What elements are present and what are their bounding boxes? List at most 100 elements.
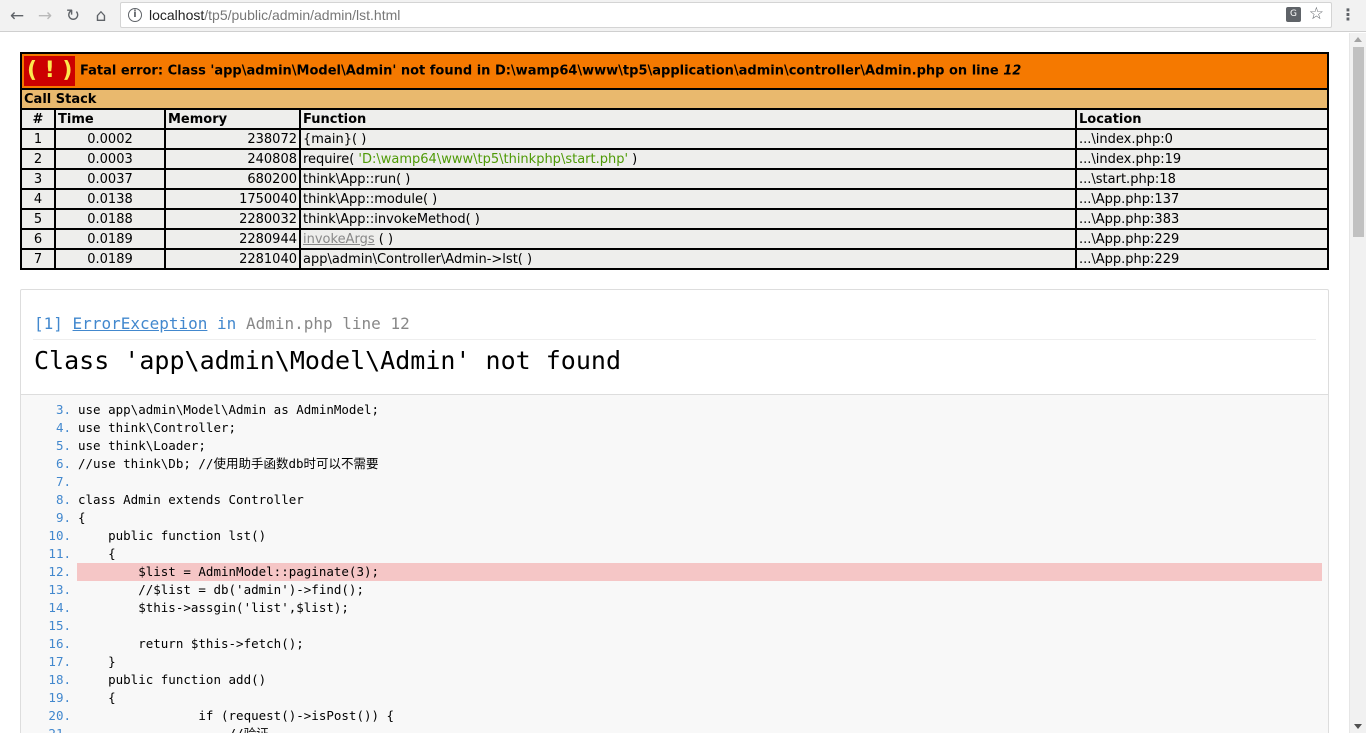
error-alert-icon: ( ! ) [24,56,76,86]
frame-function: require( 'D:\wamp64\www\tp5\thinkphp\sta… [299,148,1077,170]
line-number: 11. [48,546,71,561]
reload-icon[interactable]: ↻ [61,4,85,28]
call-stack-row: 1 0.0002 238072 {main}( ) ...\index.php:… [20,128,1329,150]
code-text: { [78,510,86,525]
code-text: class Admin extends Controller [78,492,304,507]
frame-memory: 2280032 [164,208,301,230]
col-header-location: Location [1075,108,1329,130]
frame-location: ...\index.php:19 [1075,148,1329,170]
vertical-scrollbar[interactable] [1349,33,1366,733]
line-number: 13. [48,582,71,597]
scroll-down-arrow-icon[interactable] [1354,724,1362,729]
bookmark-star-icon[interactable]: ☆ [1309,4,1324,24]
exception-message: Class 'app\admin\Model\Admin' not found [34,346,621,375]
call-stack-title: Call Stack [20,88,1329,110]
call-stack-row: 5 0.0188 2280032 think\App::invokeMethod… [20,208,1329,230]
code-text: public function add() [78,672,267,687]
scrollbar-thumb[interactable] [1353,47,1364,237]
frame-memory: 240808 [164,148,301,170]
function-doc-link[interactable]: invokeArgs [303,232,375,247]
fatal-error-message: Fatal error: Class 'app\admin\Model\Admi… [80,63,1022,79]
source-code-block: 3. use app\admin\Model\Admin as AdminMode… [21,394,1328,733]
col-header-num: # [20,108,56,130]
exception-index: [1] [34,314,63,333]
line-number: 21. [33,725,71,733]
code-text: if (request()->isPost()) { [78,708,395,723]
call-stack-row: 2 0.0003 240808 require( 'D:\wamp64\www\… [20,148,1329,170]
code-line: 14. $this->assgin('list',$list); [21,599,1328,617]
line-number: 3. [55,402,71,417]
frame-memory: 2280944 [164,228,301,250]
frame-time: 0.0189 [54,228,166,250]
xdebug-error-table: ( ! ) Fatal error: Class 'app\admin\Mode… [20,52,1329,270]
code-text: $this->assgin('list',$list); [78,600,349,615]
col-header-function: Function [299,108,1077,130]
exception-in-word: in [217,314,237,333]
call-stack-row: 6 0.0189 2280944 invokeArgs ( ) ...\App.… [20,228,1329,250]
frame-num: 7 [20,248,56,270]
code-text: } [78,654,116,669]
exception-file: Admin.php line 12 [245,314,410,333]
line-number: 17. [48,654,71,669]
frame-function: {main}( ) [299,128,1077,150]
line-number: 16. [48,636,71,651]
code-text: $list = AdminModel::paginate(3); [77,563,1322,581]
code-line: 4. use think\Controller; [21,419,1328,437]
browser-toolbar: ← → ↻ ⌂ i localhost/tp5/public/admin/adm… [0,0,1366,32]
call-stack-row: 7 0.0189 2281040 app\admin\Controller\Ad… [20,248,1329,270]
code-text: use app\admin\Model\Admin as AdminModel; [78,402,380,417]
frame-memory: 1750040 [164,188,301,210]
frame-location: ...\App.php:137 [1075,188,1329,210]
code-line: 19. { [21,689,1328,707]
line-number: 8. [55,492,71,507]
line-number: 4. [55,420,71,435]
frame-memory: 2281040 [164,248,301,270]
translate-icon[interactable]: G [1286,7,1301,22]
forward-arrow-icon[interactable]: → [33,4,57,28]
exception-panel: [1] ErrorException in Admin.php line 12 … [20,289,1329,733]
home-icon[interactable]: ⌂ [89,4,113,28]
line-number: 9. [55,510,71,525]
code-line-highlighted: 12. $list = AdminModel::paginate(3); [21,563,1328,581]
line-number: 5. [55,438,71,453]
frame-location: ...\App.php:383 [1075,208,1329,230]
line-number: 7. [55,474,71,489]
frame-function: think\App::module( ) [299,188,1077,210]
frame-location: ...\App.php:229 [1075,228,1329,250]
code-line: 3. use app\admin\Model\Admin as AdminMode… [21,401,1328,419]
code-line: 18. public function add() [21,671,1328,689]
code-text: public function lst() [78,528,267,543]
col-header-memory: Memory [164,108,301,130]
back-arrow-icon[interactable]: ← [5,4,29,28]
frame-location: ...\App.php:229 [1075,248,1329,270]
frame-num: 6 [20,228,56,250]
call-stack-row: 4 0.0138 1750040 think\App::module( ) ..… [20,188,1329,210]
code-line: 6. //use think\Db; //使用助手函数db时可以不需要 [21,455,1328,473]
page-viewport: ( ! ) Fatal error: Class 'app\admin\Mode… [0,33,1349,733]
code-text: { [78,690,116,705]
url-text[interactable]: localhost/tp5/public/admin/admin/lst.htm… [149,7,400,23]
code-line: 7. [21,473,1328,491]
exception-class-link[interactable]: ErrorException [73,314,208,333]
code-line: 9. { [21,509,1328,527]
call-stack-header-row: # Time Memory Function Location [20,108,1329,130]
code-line: 21. //验证 [21,725,1328,733]
frame-location: ...\index.php:0 [1075,128,1329,150]
code-line: 10. public function lst() [21,527,1328,545]
frame-time: 0.0003 [54,148,166,170]
line-number: 15. [48,618,71,633]
code-text: { [78,546,116,561]
line-number: 6. [55,456,71,471]
code-line: 8. class Admin extends Controller [21,491,1328,509]
line-number: 18. [48,672,71,687]
site-info-icon[interactable]: i [128,8,142,22]
code-line: 11. { [21,545,1328,563]
address-bar[interactable]: i localhost/tp5/public/admin/admin/lst.h… [120,2,1332,28]
browser-menu-icon[interactable]: ⋮ [1340,5,1356,24]
url-path: /tp5/public/admin/admin/lst.html [204,7,401,23]
frame-num: 4 [20,188,56,210]
scroll-up-arrow-icon[interactable] [1354,37,1362,42]
frame-function: app\admin\Controller\Admin->lst( ) [299,248,1077,270]
fatal-error-line: 12 [1003,63,1022,79]
code-line: 15. [21,617,1328,635]
